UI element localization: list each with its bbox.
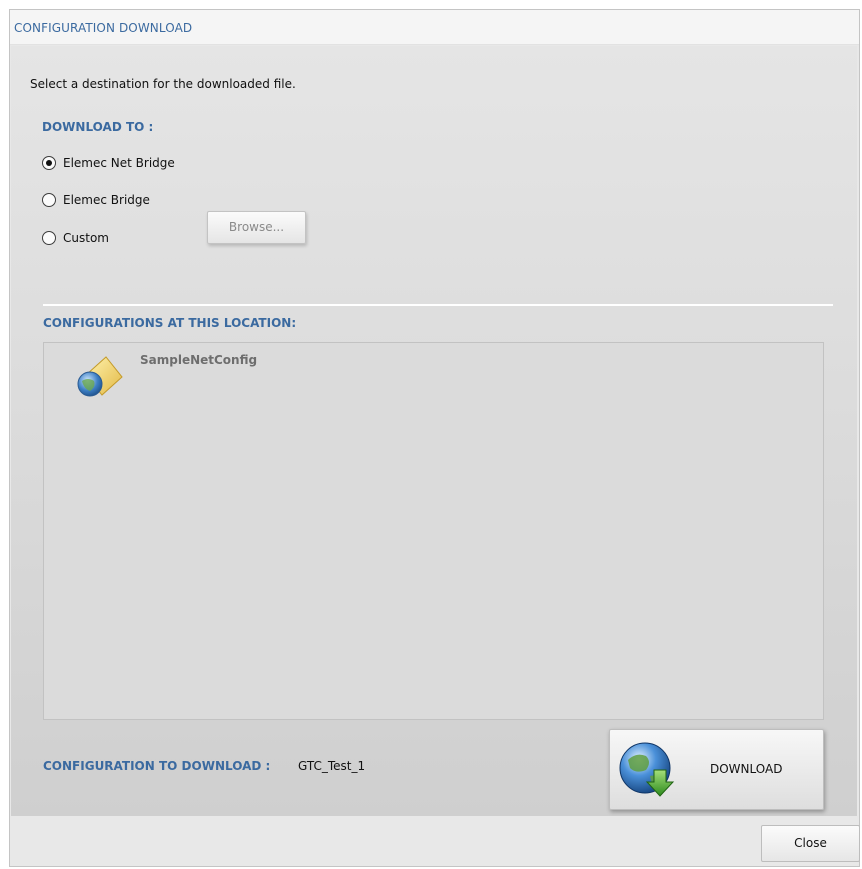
list-item[interactable]: SampleNetConfig [72,353,372,403]
main-panel: Select a destination for the downloaded … [11,46,857,816]
dialog-title: CONFIGURATION DOWNLOAD [14,21,193,35]
radio-elemec-bridge[interactable]: Elemec Bridge [42,190,150,210]
instructions-text: Select a destination for the downloaded … [30,77,296,91]
configuration-download-dialog: CONFIGURATION DOWNLOAD Select a destinat… [9,9,860,867]
radio-button[interactable] [42,193,56,207]
download-to-label: DOWNLOAD TO : [42,120,154,134]
download-button-label: DOWNLOAD [710,762,783,776]
title-bar: CONFIGURATION DOWNLOAD [10,10,859,45]
download-button[interactable]: DOWNLOAD [609,729,824,810]
radio-custom[interactable]: Custom [42,228,109,248]
radio-button[interactable] [42,231,56,245]
configurations-list[interactable]: SampleNetConfig [43,342,824,720]
radio-label: Custom [63,231,109,245]
radio-elemec-net-bridge[interactable]: Elemec Net Bridge [42,153,175,173]
configuration-to-download-label: CONFIGURATION TO DOWNLOAD : [43,759,271,773]
radio-label: Elemec Bridge [63,193,150,207]
configuration-to-download-value: GTC_Test_1 [298,759,366,773]
section-divider [43,304,833,306]
radio-label: Elemec Net Bridge [63,156,175,170]
config-name: SampleNetConfig [140,353,258,367]
configurations-label: CONFIGURATIONS AT THIS LOCATION: [43,316,297,330]
globe-download-icon [616,740,682,806]
config-folder-globe-icon [72,353,128,403]
radio-button-checked[interactable] [42,156,56,170]
close-button[interactable]: Close [761,825,860,862]
browse-button[interactable]: Browse... [207,211,306,244]
